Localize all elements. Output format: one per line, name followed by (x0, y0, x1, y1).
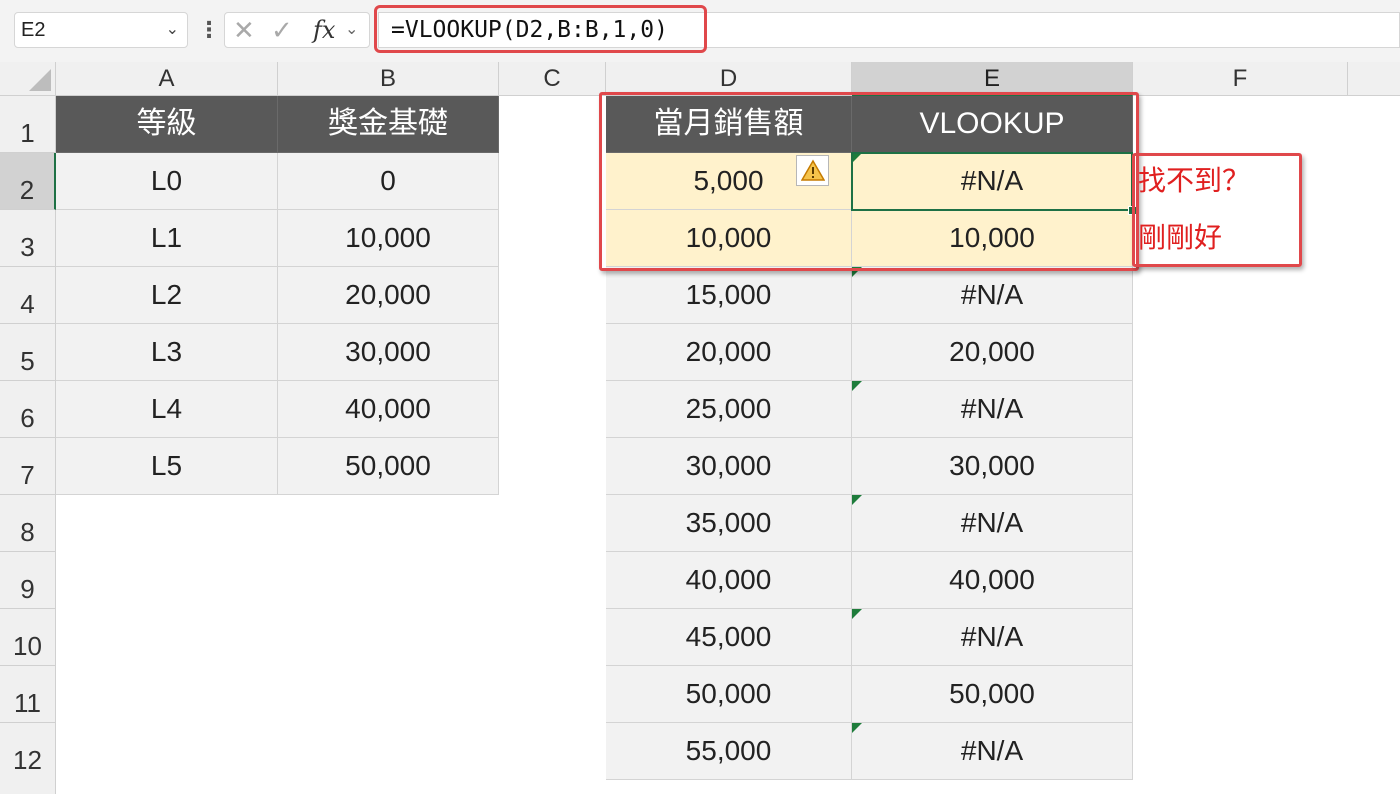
table-cell[interactable]: 45,000 (606, 609, 852, 666)
row-header-6[interactable]: 6 (0, 381, 56, 438)
select-all-corner[interactable] (0, 62, 56, 96)
error-indicator-icon (852, 723, 862, 733)
table-cell[interactable]: L2 (56, 267, 278, 324)
row-header-10[interactable]: 10 (0, 609, 56, 666)
table-cell[interactable]: #N/A (852, 609, 1133, 666)
table-cell[interactable]: 55,000 (606, 723, 852, 780)
row-header-8[interactable]: 8 (0, 495, 56, 552)
table-cell[interactable]: 50,000 (278, 438, 499, 495)
table-cell[interactable]: #N/A (852, 267, 1133, 324)
table-cell[interactable]: 0 (278, 153, 499, 210)
table-cell[interactable]: 40,000 (278, 381, 499, 438)
sales-highlight-box (599, 92, 1139, 271)
column-header-f[interactable]: F (1133, 62, 1348, 96)
chevron-down-icon[interactable]: ⌄ (345, 13, 358, 47)
more-options-icon[interactable]: ⋮ (198, 12, 220, 48)
table-cell[interactable]: 40,000 (852, 552, 1133, 609)
table-cell[interactable]: #N/A (852, 381, 1133, 438)
table-cell[interactable]: L4 (56, 381, 278, 438)
name-box-value: E2 (21, 19, 46, 41)
lookup-header-level[interactable]: 等級 (56, 96, 278, 153)
note-not-found: 找不到？ (1138, 165, 1251, 196)
column-header-b[interactable]: B (278, 62, 499, 96)
cancel-icon[interactable]: ✕ (233, 13, 255, 47)
table-cell[interactable]: L5 (56, 438, 278, 495)
row-header-11[interactable]: 11 (0, 666, 56, 723)
error-indicator-icon (852, 381, 862, 391)
table-cell[interactable]: 20,000 (606, 324, 852, 381)
table-cell[interactable]: 35,000 (606, 495, 852, 552)
row-header-1[interactable]: 1 (0, 96, 56, 153)
table-cell[interactable]: 50,000 (606, 666, 852, 723)
row-header-2[interactable]: 2 (0, 153, 56, 210)
table-cell[interactable]: 10,000 (278, 210, 499, 267)
column-header-e[interactable]: E (852, 62, 1133, 96)
table-cell[interactable]: 20,000 (278, 267, 499, 324)
column-header-c[interactable]: C (499, 62, 606, 96)
table-cell[interactable]: 15,000 (606, 267, 852, 324)
row-header-9[interactable]: 9 (0, 552, 56, 609)
formula-highlight-box (374, 5, 707, 53)
error-indicator-icon (852, 609, 862, 619)
row-header-7[interactable]: 7 (0, 438, 56, 495)
column-header-g[interactable] (1348, 62, 1400, 96)
table-cell[interactable]: 30,000 (606, 438, 852, 495)
lookup-header-bonus[interactable]: 獎金基礎 (278, 96, 499, 153)
note-exact-match: 剛剛好 (1138, 222, 1223, 253)
table-cell[interactable]: 25,000 (606, 381, 852, 438)
table-cell[interactable]: 20,000 (852, 324, 1133, 381)
formula-controls: ✕ ✓ fx ⌄ (224, 12, 370, 48)
table-cell[interactable]: #N/A (852, 495, 1133, 552)
row-header-4[interactable]: 4 (0, 267, 56, 324)
row-header-12[interactable]: 12 (0, 723, 56, 794)
table-cell[interactable]: #N/A (852, 723, 1133, 780)
table-cell[interactable]: L0 (56, 153, 278, 210)
table-cell[interactable]: 30,000 (278, 324, 499, 381)
table-cell[interactable]: 50,000 (852, 666, 1133, 723)
column-header-a[interactable]: A (56, 62, 278, 96)
row-header-5[interactable]: 5 (0, 324, 56, 381)
table-cell[interactable]: 30,000 (852, 438, 1133, 495)
error-indicator-icon (852, 495, 862, 505)
row-header-3[interactable]: 3 (0, 210, 56, 267)
formula-bar: E2 ⌄ ⋮ ✕ ✓ fx ⌄ =VLOOKUP(D2,B:B,1,0) (0, 0, 1400, 62)
table-cell[interactable]: L3 (56, 324, 278, 381)
function-icon[interactable]: fx (313, 13, 335, 47)
column-header-d[interactable]: D (606, 62, 852, 96)
table-cell[interactable]: L1 (56, 210, 278, 267)
chevron-down-icon[interactable]: ⌄ (166, 13, 179, 47)
enter-icon[interactable]: ✓ (271, 13, 293, 47)
table-cell[interactable]: 40,000 (606, 552, 852, 609)
name-box[interactable]: E2 ⌄ (14, 12, 188, 48)
